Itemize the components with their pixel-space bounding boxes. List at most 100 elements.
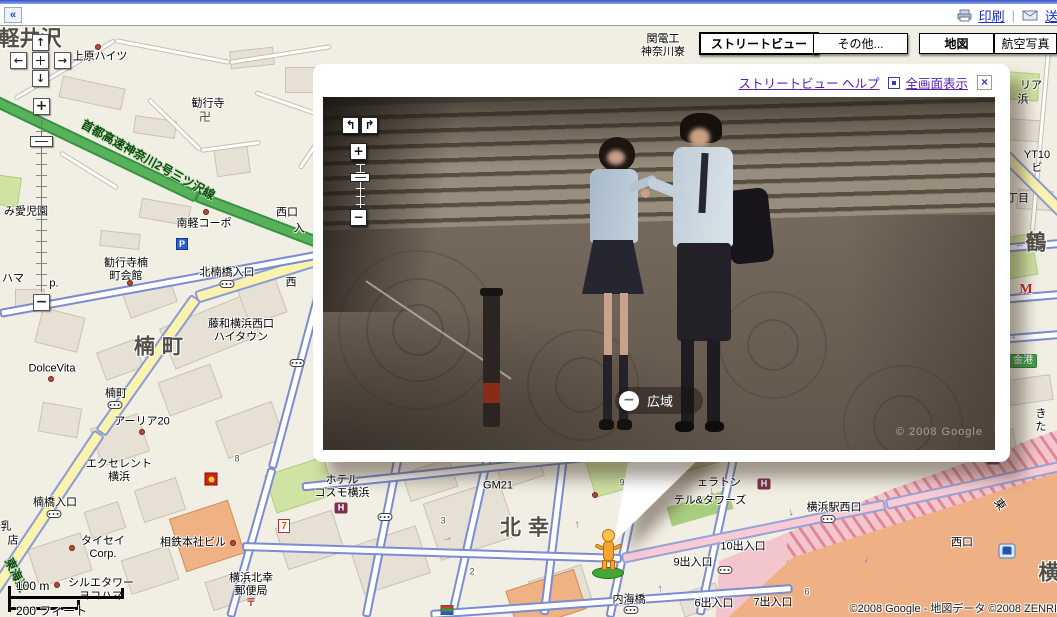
guy-hand [641, 189, 650, 198]
scale-imperial-label: 200 フィート [16, 604, 88, 617]
map-label: 北幸 [500, 516, 556, 540]
satellite-button[interactable]: 航空写真 [994, 33, 1057, 54]
bollard-red-band [483, 383, 500, 403]
pegman-leg [602, 560, 607, 570]
street-view-help-link[interactable]: ストリートビュー ヘルプ [739, 73, 880, 92]
map-label: きた [1035, 407, 1047, 433]
manji-icon: 卍 [198, 110, 212, 124]
bus-icon [820, 515, 836, 523]
pegman-leg [610, 560, 615, 570]
bus-icon [717, 566, 733, 574]
bollard-cap [480, 288, 503, 296]
pan-right-button[interactable]: → [54, 52, 71, 69]
wide-area-button[interactable]: − 広域 [615, 387, 703, 414]
guy-shoe [705, 421, 724, 432]
girl-leg [620, 293, 628, 357]
map-type-button[interactable]: 地図 [919, 33, 994, 54]
fullscreen-icon [888, 76, 901, 89]
dot-icon [95, 44, 101, 50]
girl-sock [603, 355, 612, 421]
oneway-arrow-icon: → [652, 582, 666, 596]
map-label: 6出入口 [694, 597, 734, 610]
building [37, 401, 83, 439]
map-zoom-slider-handle[interactable] [30, 136, 53, 147]
bollard [483, 293, 500, 427]
pegman-body [603, 541, 614, 561]
dot-icon [203, 209, 209, 215]
mail-icon [1022, 10, 1038, 21]
street-view-button[interactable]: ストリートビュー [699, 32, 820, 55]
street-view-photo[interactable]: ↰ ↱ + − − 広域 © 2008 Google [323, 97, 995, 450]
map-label: ハマ [2, 272, 24, 285]
fullscreen-link[interactable]: 全画面表示 [905, 73, 968, 92]
map-label: 3 [440, 515, 446, 526]
rotate-right-button[interactable]: ↱ [361, 117, 378, 134]
rotate-left-button[interactable]: ↰ [342, 117, 359, 134]
seven-icon: 7 [278, 519, 290, 533]
pan-left-button[interactable]: ← [10, 52, 27, 69]
map-label: GM21 [483, 479, 513, 492]
pan-down-button[interactable]: ↓ [32, 70, 49, 87]
map-label: 楠町 [105, 387, 127, 400]
map-label: 丁目 [1007, 192, 1029, 205]
separator: | [1011, 8, 1015, 23]
pegman-icon[interactable] [592, 529, 624, 579]
m-icon: M [1019, 282, 1033, 297]
top-accent-strip [0, 0, 1057, 4]
map-label: 7出入口 [753, 596, 793, 609]
send-link[interactable]: 送信 [1045, 6, 1057, 25]
map-label: 南軽コーポ [176, 217, 232, 230]
dot-icon [592, 492, 598, 498]
map-label: 西 [285, 276, 297, 289]
bus-icon [289, 359, 305, 367]
map-label: 2 [469, 566, 475, 577]
bus-icon [107, 401, 123, 409]
oneway-arrow-icon: → [640, 501, 654, 515]
dot-icon [139, 429, 145, 435]
map-label: DolceVita [28, 362, 76, 375]
park [0, 172, 22, 208]
sv-zoom-out-button[interactable]: − [350, 209, 367, 226]
bus-icon [623, 606, 639, 614]
map-label: ェラトン [697, 476, 741, 489]
close-icon[interactable]: × [977, 75, 992, 90]
sv-zoom-slider[interactable] [356, 164, 365, 208]
printer-icon [957, 9, 972, 22]
map-label: タイセイ Corp. [81, 534, 125, 560]
map-label: 乳 [0, 520, 12, 533]
pegman-arm [612, 543, 623, 551]
oneway-arrow-icon: → [569, 518, 583, 532]
collapse-sidebar-button[interactable]: « [4, 7, 22, 23]
oneway-arrow-icon: → [1014, 241, 1026, 253]
chrome-links: 印刷 | 送信 [957, 6, 1057, 25]
building [83, 501, 127, 539]
map-zoom-out-button[interactable]: − [33, 294, 50, 311]
pan-up-button[interactable]: ↑ [32, 34, 49, 51]
map-label: リア [1020, 79, 1042, 92]
bus-icon [377, 513, 393, 521]
sv-zoom-in-button[interactable]: + [350, 143, 367, 160]
print-link[interactable]: 印刷 [979, 6, 1005, 25]
map-label: 鶴 [1025, 231, 1047, 255]
building [1006, 374, 1054, 406]
hotel-icon: H [334, 502, 348, 514]
building [348, 525, 432, 595]
rainbow-icon [440, 605, 454, 615]
map-label: 金港 [1009, 354, 1037, 368]
map-label: 店 [7, 534, 19, 547]
oneway-arrow-icon: → [706, 484, 720, 498]
others-button[interactable]: その他... [813, 33, 908, 54]
guy-shoe [675, 421, 694, 432]
building [157, 363, 223, 417]
dot-icon [48, 376, 54, 382]
dot-icon [230, 540, 236, 546]
girl-shoe [617, 419, 632, 430]
balloon-header: ストリートビュー ヘルプ 全画面表示 × [739, 73, 992, 92]
pegman-head [602, 529, 615, 542]
sv-zoom-slider-handle[interactable] [350, 173, 370, 182]
dot-icon [127, 280, 133, 286]
girl-shirt [590, 169, 638, 243]
map-zoom-in-button[interactable]: + [33, 98, 50, 115]
map-label: 勧行寺楠 町会館 [104, 256, 148, 282]
pan-center-button[interactable] [32, 52, 49, 69]
